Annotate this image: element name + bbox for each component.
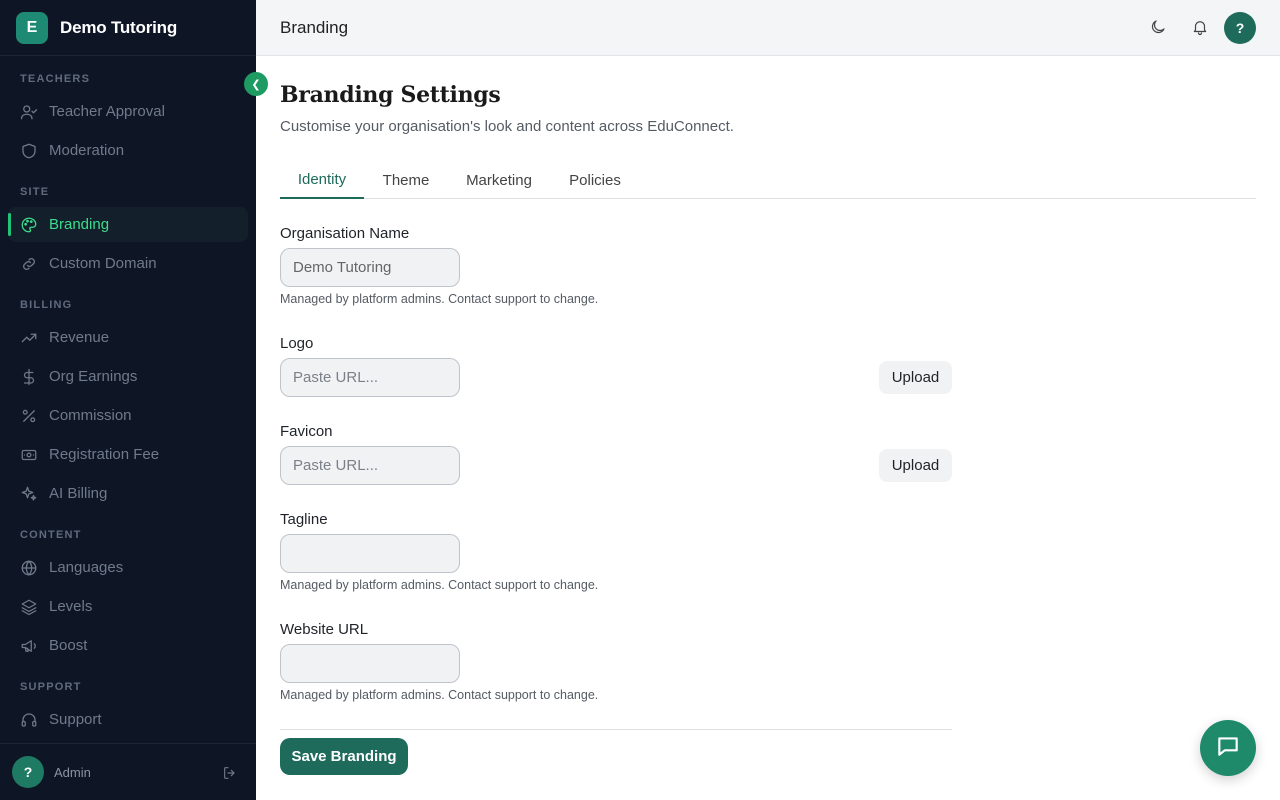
- sidebar-item-label: AI Billing: [49, 485, 108, 502]
- sidebar-item-label: Custom Domain: [49, 255, 157, 272]
- favicon-url-input[interactable]: [280, 446, 460, 485]
- sidebar-item-label: Registration Fee: [49, 446, 160, 463]
- brand[interactable]: E Demo Tutoring: [0, 0, 256, 56]
- logout-icon[interactable]: [222, 765, 238, 781]
- org-name-helper: Managed by platform admins. Contact supp…: [280, 292, 599, 306]
- sidebar-item-label: Org Earnings: [49, 368, 138, 385]
- sidebar-item-levels[interactable]: Levels: [8, 589, 248, 624]
- website-url-input[interactable]: [280, 644, 460, 683]
- sidebar-item-languages[interactable]: Languages: [8, 550, 248, 585]
- sidebar-item-label: Support: [49, 711, 102, 728]
- section-title-site: SITE: [20, 186, 50, 198]
- globe-icon: [20, 559, 38, 577]
- sidebar-item-commission[interactable]: Commission: [8, 398, 248, 433]
- website-url-label: Website URL: [280, 621, 369, 638]
- sidebar-footer: ? Admin: [0, 743, 256, 800]
- topbar-title: Branding: [280, 18, 349, 37]
- tabs: Identity Theme Marketing Policies: [280, 162, 1256, 199]
- tab-policies[interactable]: Policies: [562, 162, 628, 199]
- logo-label: Logo: [280, 335, 314, 352]
- sidebar-item-branding[interactable]: Branding: [8, 207, 248, 242]
- tagline-label: Tagline: [280, 511, 328, 528]
- sidebar-item-label: Branding: [49, 216, 110, 233]
- chat-button[interactable]: [1200, 720, 1256, 776]
- sidebar: E Demo Tutoring TEACHERS Teacher Approva…: [0, 0, 256, 800]
- ticket-icon: [20, 446, 38, 464]
- tab-identity[interactable]: Identity: [280, 162, 364, 199]
- website-url-helper: Managed by platform admins. Contact supp…: [280, 688, 599, 702]
- tagline-helper: Managed by platform admins. Contact supp…: [280, 578, 599, 592]
- sidebar-item-label: Revenue: [49, 329, 110, 346]
- page-subtitle: Customise your organisation's look and c…: [280, 118, 734, 135]
- percent-icon: [20, 407, 38, 425]
- sidebar-item-boost[interactable]: Boost: [8, 628, 248, 663]
- user-name: Admin: [54, 764, 91, 780]
- palette-icon: [20, 216, 38, 234]
- sidebar-item-teacher-approval[interactable]: Teacher Approval: [8, 94, 248, 129]
- topbar: Branding ?: [256, 0, 1280, 56]
- sidebar-item-ai-billing[interactable]: AI Billing: [8, 476, 248, 511]
- favicon-label: Favicon: [280, 423, 333, 440]
- layers-icon: [20, 598, 38, 616]
- tagline-input[interactable]: [280, 534, 460, 573]
- logo-upload-button[interactable]: Upload: [879, 361, 952, 394]
- avatar[interactable]: ?: [12, 756, 44, 788]
- org-name-input[interactable]: [280, 248, 460, 287]
- org-name-label: Organisation Name: [280, 225, 410, 242]
- sidebar-item-label: Moderation: [49, 142, 125, 159]
- section-title-teachers: TEACHERS: [20, 73, 91, 85]
- sidebar-item-registration-fee[interactable]: Registration Fee: [8, 437, 248, 472]
- sidebar-item-support[interactable]: Support: [8, 702, 248, 737]
- tab-theme[interactable]: Theme: [376, 162, 436, 199]
- avatar[interactable]: ?: [1224, 12, 1256, 44]
- sidebar-item-label: Teacher Approval: [49, 103, 165, 120]
- brand-name: Demo Tutoring: [60, 17, 178, 37]
- dollar-icon: [20, 368, 38, 386]
- megaphone-icon: [20, 637, 38, 655]
- teacher-approval-icon: [20, 103, 38, 121]
- section-title-support: SUPPORT: [20, 681, 82, 693]
- moon-icon[interactable]: [1149, 18, 1169, 38]
- sidebar-item-label: Boost: [49, 637, 88, 654]
- trend-icon: [20, 329, 38, 347]
- headset-icon: [20, 711, 38, 729]
- link-icon: [20, 255, 38, 273]
- sidebar-item-custom-domain[interactable]: Custom Domain: [8, 246, 248, 281]
- favicon-upload-button[interactable]: Upload: [879, 449, 952, 482]
- sidebar-item-label: Levels: [49, 598, 93, 615]
- sparkles-icon: [20, 485, 38, 503]
- bell-icon[interactable]: [1191, 18, 1211, 38]
- section-title-content: CONTENT: [20, 529, 82, 541]
- sidebar-item-org-earnings[interactable]: Org Earnings: [8, 359, 248, 394]
- divider: [280, 729, 952, 730]
- logo-url-input[interactable]: [280, 358, 460, 397]
- sidebar-collapse-button[interactable]: ❮: [244, 72, 268, 96]
- page-title: Branding Settings: [280, 82, 501, 108]
- sidebar-item-moderation[interactable]: Moderation: [8, 133, 248, 168]
- save-branding-button[interactable]: Save Branding: [280, 738, 408, 775]
- chat-icon: [1215, 733, 1241, 764]
- section-title-billing: BILLING: [20, 299, 73, 311]
- shield-icon: [20, 142, 38, 160]
- brand-logo: E: [16, 11, 48, 44]
- sidebar-item-label: Languages: [49, 559, 124, 576]
- sidebar-item-revenue[interactable]: Revenue: [8, 320, 248, 355]
- chevron-left-icon: ❮: [251, 78, 261, 91]
- sidebar-item-label: Commission: [49, 407, 132, 424]
- tab-marketing[interactable]: Marketing: [457, 162, 541, 199]
